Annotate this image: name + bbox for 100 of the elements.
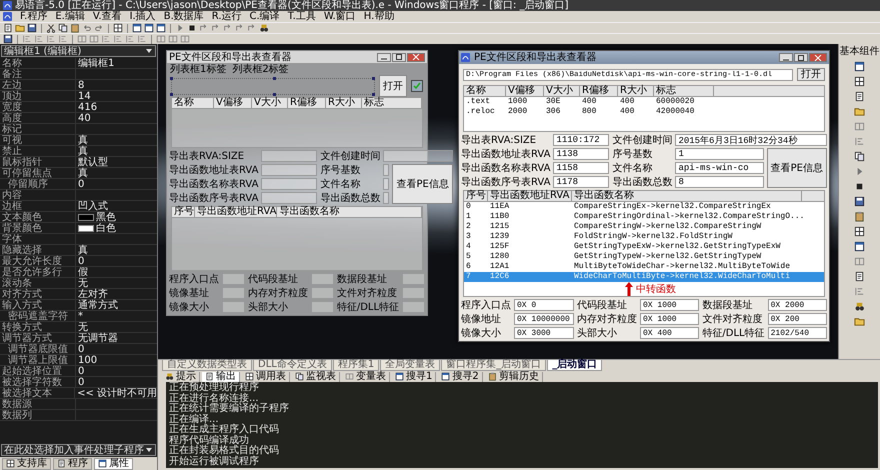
column-header[interactable]: V偏移	[214, 98, 252, 108]
view-pe-info-button[interactable]: 查看PE信息	[392, 164, 453, 204]
component-icon[interactable]	[411, 80, 423, 92]
input-field[interactable]: 0X 200	[768, 313, 827, 325]
property-value[interactable]: 黑色	[76, 212, 157, 223]
clipboard-icon[interactable]	[854, 211, 865, 222]
menu-item[interactable]: 列表框1标签	[170, 64, 226, 74]
clipboard-icon[interactable]	[70, 23, 80, 33]
editor-tab[interactable]: 全局变量表	[380, 360, 440, 371]
input-field[interactable]: 0X 400	[640, 327, 700, 339]
input-field[interactable]: 1158	[553, 162, 610, 174]
maximize-button[interactable]	[794, 53, 808, 62]
list-row[interactable]: 5 1280 GetStringTypeW->kernel32.GetStringTypeW	[464, 252, 824, 262]
open-button[interactable]: 打开	[797, 68, 825, 81]
column-header[interactable]: 名称	[464, 86, 506, 96]
list-row[interactable]: 4 125F GetStringTypeExW->kernel32.GetStringTypeExW	[464, 242, 824, 252]
column-header[interactable]: V偏移	[506, 86, 544, 96]
editor-tab[interactable]: 自定义数据类型表	[162, 360, 252, 371]
document-icon[interactable]	[854, 271, 865, 282]
grid-icon[interactable]	[6, 459, 15, 468]
window-icon[interactable]	[441, 372, 450, 381]
editor-tab[interactable]: _启动窗口	[547, 360, 602, 371]
property-value[interactable]: 0	[76, 377, 157, 388]
input-field[interactable]	[261, 178, 318, 190]
column-header[interactable]: V大小	[544, 86, 580, 96]
menu-item[interactable]: B.数据库	[164, 11, 204, 22]
step-arrow-icon[interactable]	[223, 23, 233, 33]
input-field[interactable]: 1110:172	[553, 134, 610, 146]
input-field[interactable]: 1178	[553, 176, 610, 188]
resize-handle[interactable]	[372, 92, 375, 96]
property-value[interactable]: 0	[76, 256, 157, 267]
list-row[interactable]: 1 11B0 CompareStringOrdinal->kernel32.CompareStringO...	[464, 212, 824, 222]
property-value[interactable]: 416	[76, 102, 157, 113]
input-field[interactable]: 0X 2000	[768, 299, 827, 311]
layout-icon[interactable]	[345, 372, 354, 381]
input-field[interactable]	[402, 287, 425, 299]
menu-item[interactable]: T.工具	[288, 11, 316, 22]
resize-handle[interactable]	[170, 76, 173, 80]
property-value[interactable]: 无调节器	[76, 333, 157, 344]
column-header[interactable]: 序号	[464, 191, 488, 201]
menu-item[interactable]: W.窗口	[324, 11, 356, 22]
property-value[interactable]: 真	[76, 135, 157, 146]
panel-tab[interactable]: 支持库	[2, 458, 51, 470]
grid-icon[interactable]	[113, 23, 123, 33]
folder-icon[interactable]	[854, 316, 865, 327]
window-icon[interactable]	[98, 459, 107, 468]
property-value[interactable]: 真	[76, 245, 157, 256]
step-arrow-icon[interactable]	[211, 23, 221, 33]
column-header[interactable]: 名称	[172, 98, 214, 108]
list-row[interactable]: 2 1215 CompareStringW->kernel32.CompareStringW	[464, 222, 824, 232]
property-value[interactable]: 8	[76, 80, 157, 91]
minimize-button[interactable]	[779, 53, 793, 62]
align-icon[interactable]	[854, 136, 865, 147]
input-field[interactable]: api-ms-win-co	[675, 162, 764, 174]
input-field[interactable]	[261, 192, 318, 204]
document-icon[interactable]	[57, 459, 66, 468]
window-icon[interactable]	[395, 372, 404, 381]
binoculars-icon[interactable]	[854, 301, 865, 312]
property-value[interactable]: 0	[76, 179, 157, 190]
column-header[interactable]: R大小	[618, 86, 654, 96]
list-row[interactable]: 6 12A1 MultiByteToWideChar->kernel32.MultiByteToWide	[464, 262, 824, 272]
window-icon[interactable]	[144, 23, 154, 33]
input-field[interactable]: 0X 1000	[640, 313, 700, 325]
save-icon[interactable]	[3, 34, 13, 44]
property-value[interactable]: 真	[76, 146, 157, 157]
input-field[interactable]	[261, 164, 318, 176]
property-value[interactable]: 通常方式	[76, 300, 157, 311]
property-value[interactable]: 0	[76, 366, 157, 377]
property-value[interactable]: 假	[76, 267, 157, 278]
menu-item[interactable]: F.程序	[20, 11, 48, 22]
layout-icon[interactable]	[854, 121, 865, 132]
property-value[interactable]: 真	[76, 168, 157, 179]
layout-icon[interactable]	[854, 256, 865, 267]
minimize-button[interactable]	[377, 52, 391, 62]
resize-handle[interactable]	[372, 76, 375, 80]
property-value[interactable]: 无	[76, 278, 157, 289]
input-field[interactable]: 2102/540	[768, 327, 827, 339]
menu-item[interactable]: H.帮助	[364, 11, 394, 22]
object-dropdown[interactable]: 编辑框1 (编辑框)	[1, 45, 156, 57]
scissors-icon[interactable]	[46, 23, 56, 33]
editor-tab[interactable]: 窗口程序集_启动窗口	[441, 360, 546, 371]
input-field[interactable]	[261, 150, 318, 162]
resize-handle[interactable]	[273, 76, 276, 80]
property-value[interactable]: 编辑框1	[76, 58, 157, 69]
menu-item[interactable]: V.查看	[92, 11, 122, 22]
close-button[interactable]	[407, 52, 425, 62]
layout-icon[interactable]	[77, 34, 87, 44]
column-header[interactable]: V大小	[252, 98, 288, 108]
editor-tab[interactable]: 程序集1	[332, 360, 380, 371]
property-value[interactable]: 默认型	[76, 157, 157, 168]
property-value[interactable]: 无	[76, 322, 157, 333]
column-header[interactable]: 序号	[172, 207, 195, 217]
property-value[interactable]: *	[76, 311, 157, 322]
input-field[interactable]: 0X 3000	[514, 327, 574, 339]
column-header[interactable]: 导出函数地址RVA	[488, 191, 572, 201]
column-header[interactable]: 导出函数地址RVA	[195, 207, 278, 217]
panel-tab[interactable]: 属性	[94, 458, 133, 470]
column-header[interactable]: 标志	[654, 86, 714, 96]
input-field[interactable]	[383, 150, 453, 162]
input-field[interactable]: 0X 10000000	[514, 313, 574, 325]
